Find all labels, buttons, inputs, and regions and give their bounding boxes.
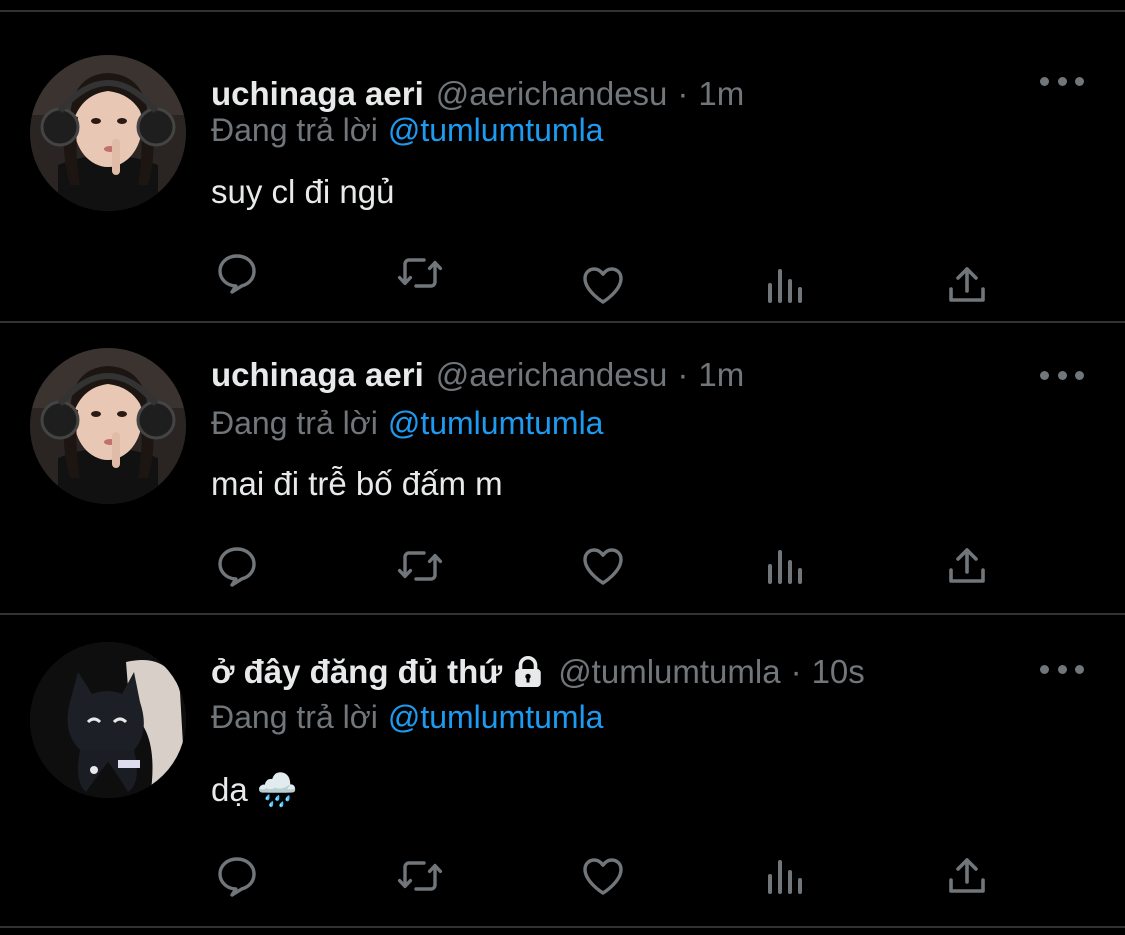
like-button[interactable] [579, 542, 627, 590]
retweet-button[interactable] [396, 852, 444, 900]
user-handle[interactable]: @aerichandesu [436, 74, 668, 114]
more-dots-icon[interactable] [1040, 74, 1084, 88]
reply-context: Đang trả lời @tumlumtumla [211, 110, 603, 150]
retweet-icon [397, 861, 443, 891]
views-button[interactable] [762, 542, 810, 590]
timestamp[interactable]: 1m [698, 74, 744, 114]
speech-bubble-icon [218, 254, 256, 294]
user-handle[interactable]: @aerichandesu [436, 355, 668, 395]
share-upload-icon [949, 267, 985, 302]
bar-chart-icon [768, 860, 802, 894]
tweet[interactable]: ở đây đăng đủ thứ @tumlumtumla · 10s Đan… [0, 615, 1125, 928]
share-upload-icon [949, 548, 985, 583]
separator-dot: · [677, 356, 689, 393]
heart-icon [583, 267, 623, 304]
reply-to-link[interactable]: @tumlumtumla [388, 112, 604, 148]
reply-prefix: Đang trả lời [211, 405, 378, 441]
views-button[interactable] [762, 261, 810, 309]
speech-bubble-icon [218, 857, 256, 897]
share-button[interactable] [943, 261, 991, 309]
bar-chart-icon [768, 550, 802, 584]
tweet-text: mai đi trễ bố đấm m [211, 465, 503, 502]
avatar[interactable] [30, 642, 186, 798]
tweet-text: dạ 🌧️ [211, 771, 298, 808]
tweet[interactable]: uchinaga aeri @aerichandesu · 1m Đang tr… [0, 12, 1125, 323]
separator-dot: · [790, 653, 802, 690]
display-name[interactable]: uchinaga aeri [211, 355, 424, 395]
more-dots-icon[interactable] [1040, 662, 1084, 676]
reply-button[interactable] [213, 852, 261, 900]
avatar[interactable] [30, 348, 186, 504]
share-button[interactable] [943, 852, 991, 900]
separator-dot: · [677, 75, 689, 112]
views-button[interactable] [762, 852, 810, 900]
reply-prefix: Đang trả lời [211, 699, 378, 735]
share-upload-icon [949, 858, 985, 893]
reply-to-link[interactable]: @tumlumtumla [388, 699, 604, 735]
user-handle[interactable]: @tumlumtumla [558, 652, 780, 692]
tweet-header: uchinaga aeri @aerichandesu · 1m [211, 74, 744, 114]
lock-icon [515, 656, 541, 687]
heart-icon [583, 858, 623, 895]
reply-context: Đang trả lời @tumlumtumla [211, 403, 603, 443]
like-button[interactable] [579, 852, 627, 900]
timestamp[interactable]: 10s [812, 652, 865, 692]
reply-prefix: Đang trả lời [211, 112, 378, 148]
more-dots-icon[interactable] [1040, 368, 1084, 382]
reply-button[interactable] [213, 542, 261, 590]
heart-icon [583, 548, 623, 585]
reply-to-link[interactable]: @tumlumtumla [388, 405, 604, 441]
retweet-icon [397, 258, 443, 288]
timestamp[interactable]: 1m [698, 355, 744, 395]
like-button[interactable] [579, 261, 627, 309]
retweet-icon [397, 551, 443, 581]
share-button[interactable] [943, 542, 991, 590]
reply-context: Đang trả lời @tumlumtumla [211, 697, 603, 737]
reply-button[interactable] [213, 249, 261, 297]
avatar[interactable] [30, 55, 186, 211]
retweet-button[interactable] [396, 542, 444, 590]
retweet-button[interactable] [396, 249, 444, 297]
speech-bubble-icon [218, 547, 256, 587]
display-name[interactable]: uchinaga aeri [211, 74, 424, 114]
tweet[interactable]: uchinaga aeri @aerichandesu · 1m Đang tr… [0, 323, 1125, 615]
tweet-header: uchinaga aeri @aerichandesu · 1m [211, 355, 744, 395]
tweet-text: suy cl đi ngủ [211, 173, 395, 210]
tweet-header: ở đây đăng đủ thứ @tumlumtumla · 10s [211, 652, 865, 692]
display-name[interactable]: ở đây đăng đủ thứ [211, 652, 502, 692]
bar-chart-icon [768, 269, 802, 303]
